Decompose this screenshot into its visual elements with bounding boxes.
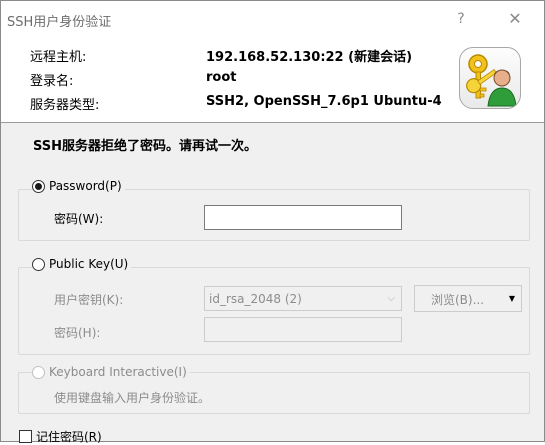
server-type-label: 服务器类型: bbox=[30, 98, 100, 113]
dropdown-arrow-icon: ▼ bbox=[508, 294, 515, 303]
remember-password-label[interactable]: 记住密码(R) bbox=[36, 428, 102, 445]
chevron-down-icon: ⌵ bbox=[387, 293, 395, 304]
remember-password-option[interactable]: 记住密码(R) bbox=[19, 428, 102, 445]
user-key-select[interactable]: id_rsa_2048 (2) ⌵ bbox=[204, 286, 402, 311]
browse-button[interactable]: 浏览(B)... ▼ bbox=[414, 285, 522, 312]
user-key-value: id_rsa_2048 (2) bbox=[209, 292, 302, 306]
password-label: 密码(W): bbox=[54, 212, 104, 226]
server-type-value: SSH2, OpenSSH_7.6p1 Ubuntu-4 bbox=[206, 94, 442, 109]
public-key-option[interactable]: Public Key(U) bbox=[32, 257, 132, 271]
auth-error-message: SSH服务器拒绝了密码。请再试一次。 bbox=[33, 139, 258, 154]
ssh-auth-dialog: SSH用户身份验证 ? ✕ 远程主机: 192.168.52.130:22 (新… bbox=[0, 0, 545, 445]
keys-user-icon bbox=[459, 47, 521, 109]
passphrase-field[interactable] bbox=[204, 317, 402, 342]
keyboard-interactive-label[interactable]: Keyboard Interactive(I) bbox=[49, 365, 187, 379]
connection-info-panel: 远程主机: 192.168.52.130:22 (新建会话) 登录名: root… bbox=[1, 37, 544, 123]
close-button[interactable]: ✕ bbox=[497, 3, 533, 35]
browse-label: 浏览(B)... bbox=[431, 293, 485, 307]
remote-host-value: 192.168.52.130:22 (新建会话) bbox=[206, 50, 413, 65]
remember-password-checkbox[interactable] bbox=[19, 430, 32, 443]
remote-host-label: 远程主机: bbox=[30, 50, 87, 65]
login-name-label: 登录名: bbox=[30, 74, 74, 89]
help-button[interactable]: ? bbox=[448, 3, 474, 35]
password-radio[interactable] bbox=[32, 179, 45, 193]
public-key-option-label[interactable]: Public Key(U) bbox=[49, 257, 128, 271]
user-key-label: 用户密钥(K): bbox=[54, 293, 124, 307]
login-name-value: root bbox=[206, 70, 237, 85]
keyboard-interactive-description: 使用键盘输入用户身份验证。 bbox=[54, 391, 211, 405]
title-bar[interactable]: SSH用户身份验证 ? ✕ bbox=[1, 1, 544, 37]
keyboard-interactive-radio[interactable] bbox=[32, 365, 45, 379]
window-title: SSH用户身份验证 bbox=[7, 15, 112, 30]
public-key-radio[interactable] bbox=[32, 257, 45, 271]
passphrase-label: 密码(H): bbox=[54, 326, 101, 340]
password-option-label[interactable]: Password(P) bbox=[49, 179, 122, 193]
password-option[interactable]: Password(P) bbox=[32, 179, 125, 193]
keyboard-interactive-option[interactable]: Keyboard Interactive(I) bbox=[32, 365, 190, 379]
password-field[interactable] bbox=[204, 205, 402, 230]
